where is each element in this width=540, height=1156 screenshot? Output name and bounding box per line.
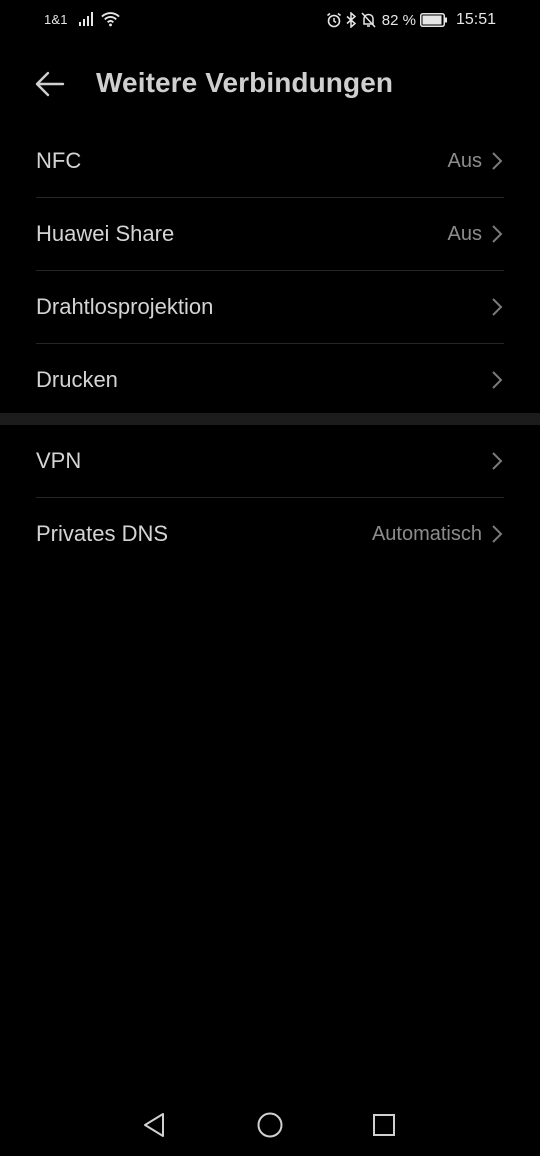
settings-item-trailing: Aus [448,150,504,173]
settings-item-label: NFC [36,148,82,173]
settings-item-label: Huawei Share [36,221,175,246]
settings-item-trailing [482,370,504,390]
settings-item-private-dns[interactable]: Privates DNS Automatisch [36,497,504,570]
carrier-label: 1&1 [44,12,68,27]
circle-home-icon [257,1112,283,1138]
arrow-left-icon [35,71,65,97]
nav-home-button[interactable] [252,1107,288,1143]
settings-item-printing[interactable]: Drucken [36,343,504,416]
system-navigation-bar [0,1095,540,1155]
chevron-right-icon [492,152,503,170]
chevron-right-icon [492,525,503,543]
wifi-icon [101,12,120,27]
chevron-right-icon [492,298,503,316]
settings-item-value: Aus [447,222,482,245]
settings-item-vpn[interactable]: VPN [36,425,504,497]
chevron-right-icon [492,452,503,470]
settings-item-label: VPN [36,448,82,473]
app-header: Weitere Verbindungen [0,52,540,114]
settings-item-nfc[interactable]: NFC Aus [36,125,504,197]
signal-icon [79,12,93,26]
nav-back-button[interactable] [136,1107,172,1143]
settings-item-trailing: Automatisch [372,523,504,546]
bluetooth-icon [346,12,356,28]
nav-recents-button[interactable] [366,1107,402,1143]
settings-item-label: Drahtlosprojektion [36,294,214,319]
settings-section-network: VPN Privates DNS Automatisch [0,425,540,570]
clock-time: 15:51 [455,11,496,28]
settings-section-connections: NFC Aus Huawei Share Aus Drahtlosprojekt… [0,125,540,416]
alarm-icon [326,12,341,28]
square-recents-icon [373,1114,395,1136]
settings-item-label: Privates DNS [36,521,169,546]
section-divider [0,413,540,425]
settings-item-label: Drucken [36,367,118,392]
mute-icon [361,12,376,28]
settings-item-trailing [482,451,504,471]
battery-percent: 82 % [381,11,416,29]
settings-item-value: Automatisch [371,522,482,545]
settings-item-trailing [482,297,504,317]
page-title: Weitere Verbindungen [96,67,394,98]
back-button[interactable] [30,64,70,104]
settings-item-huawei-share[interactable]: Huawei Share Aus [36,197,504,270]
settings-item-wireless-projection[interactable]: Drahtlosprojektion [36,270,504,343]
status-bar: 1&1 82 % 15:51 [0,0,540,40]
battery-icon [419,13,447,27]
chevron-right-icon [492,225,503,243]
settings-item-value: Aus [447,149,482,172]
triangle-back-icon [144,1113,164,1137]
chevron-right-icon [492,371,503,389]
settings-item-trailing: Aus [448,223,504,246]
